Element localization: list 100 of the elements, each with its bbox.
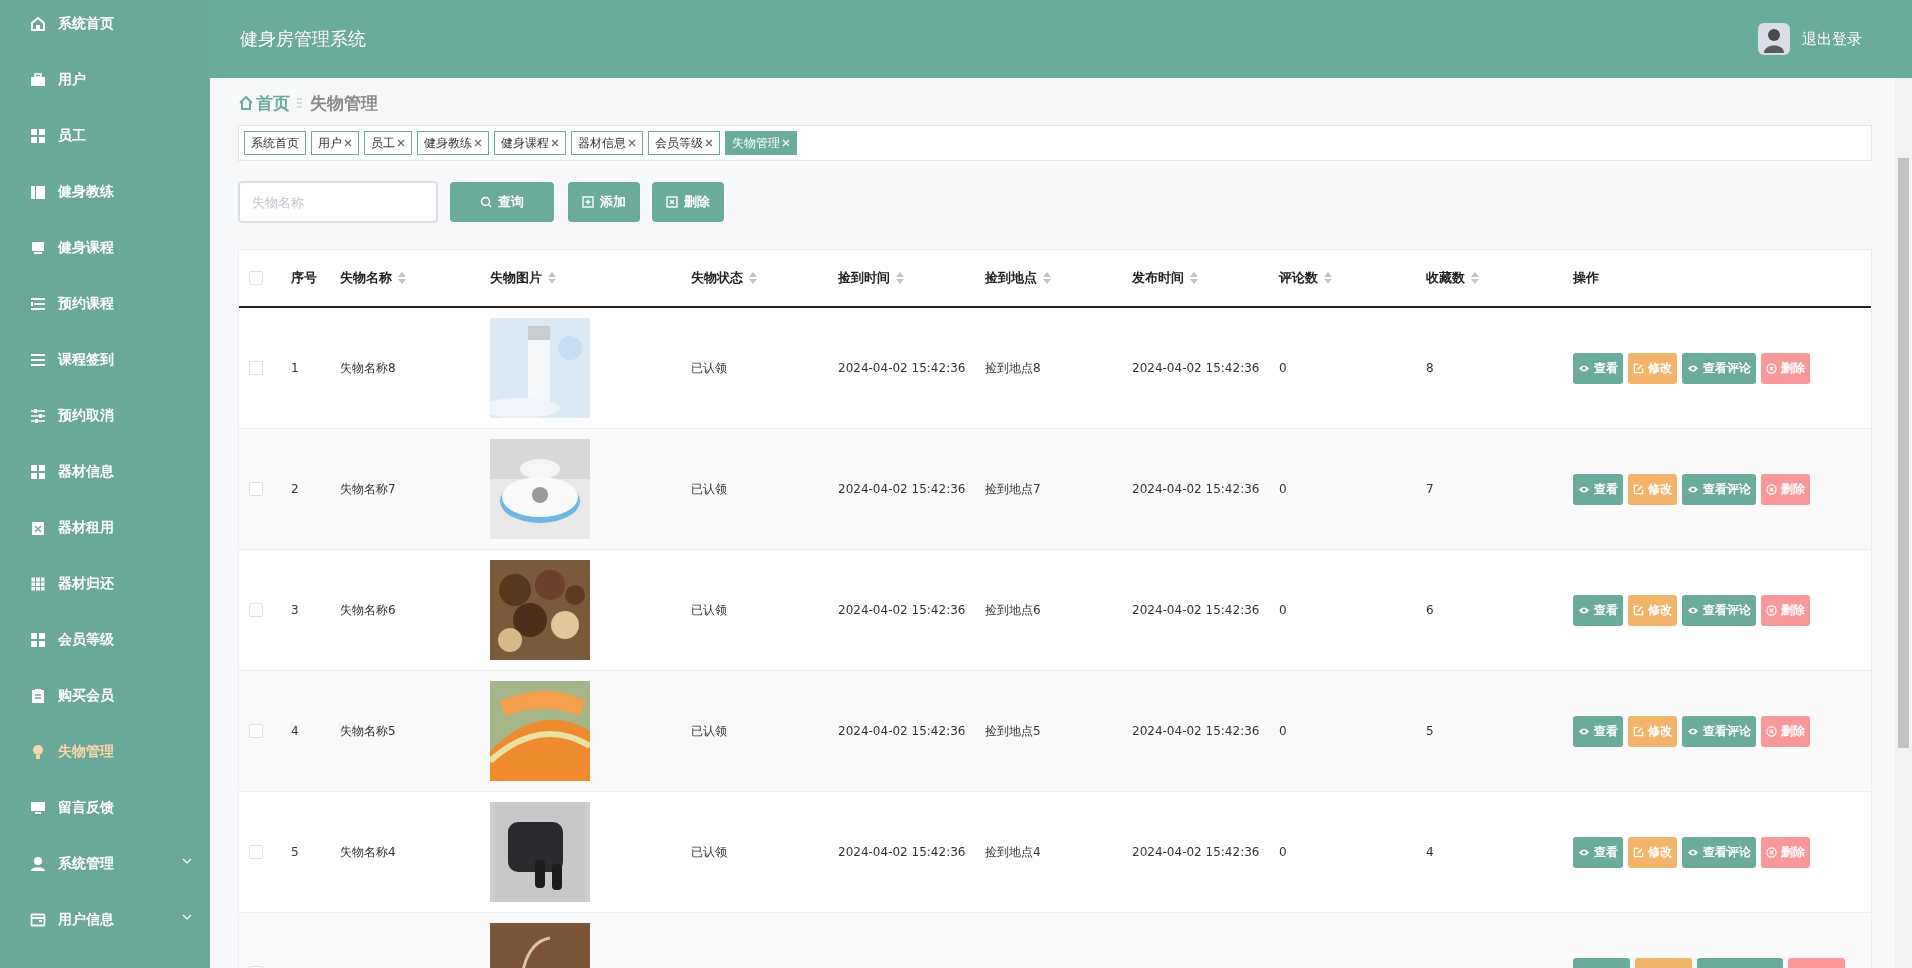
page-tab[interactable]: 健身教练 (417, 131, 489, 155)
checkbox[interactable] (249, 361, 263, 375)
sidebar-item[interactable]: 系统首页 (0, 0, 210, 52)
sort-icon[interactable] (1043, 272, 1051, 284)
sidebar-item[interactable]: 用户 (0, 52, 210, 108)
column-header[interactable]: 捡到地点 (985, 269, 1051, 287)
sort-icon[interactable] (896, 272, 904, 284)
page-tab[interactable]: 失物管理 (725, 131, 797, 155)
sort-icon[interactable] (1324, 272, 1332, 284)
page-tab[interactable]: 员工 (364, 131, 412, 155)
sidebar-item[interactable]: 购买会员 (0, 668, 210, 724)
view-button[interactable]: 查看 (1573, 836, 1623, 868)
table-cell: 已认领 (691, 480, 727, 498)
checkbox[interactable] (249, 845, 263, 859)
sidebar-item[interactable]: 器材租用 (0, 500, 210, 556)
page-tab[interactable]: 器材信息 (571, 131, 643, 155)
page-tab[interactable]: 健身课程 (494, 131, 566, 155)
sidebar-item[interactable]: 器材信息 (0, 444, 210, 500)
delete-button[interactable]: 删除 (1761, 473, 1810, 505)
column-header[interactable]: 操作 (1573, 269, 1599, 287)
delete-button[interactable]: 删除 (1761, 715, 1810, 747)
sidebar-item[interactable]: 用户信息 (0, 892, 210, 948)
close-icon[interactable] (628, 139, 636, 147)
close-icon[interactable] (397, 139, 405, 147)
view-button[interactable]: 查看 (1573, 352, 1623, 384)
add-button[interactable]: 添加 (568, 182, 640, 222)
delete-button[interactable]: 删除 (1761, 594, 1810, 626)
column-header[interactable]: 捡到时间 (838, 269, 904, 287)
comments-button[interactable]: 查看评论 (1682, 594, 1756, 626)
sidebar-item[interactable]: 健身课程 (0, 220, 210, 276)
eye-icon (1578, 847, 1590, 857)
sort-icon[interactable] (398, 272, 406, 284)
column-header[interactable]: 失物状态 (691, 269, 757, 287)
comments-button[interactable]: 查看评论 (1682, 473, 1756, 505)
view-button[interactable]: 查看 (1573, 594, 1623, 626)
search-icon (480, 196, 492, 208)
clipboard-icon (30, 520, 46, 536)
sidebar-item[interactable]: 预约课程 (0, 276, 210, 332)
page-tab[interactable]: 会员等级 (648, 131, 720, 155)
checkbox[interactable] (249, 603, 263, 617)
view-button[interactable]: 查看 (1573, 715, 1623, 747)
sidebar-item[interactable]: 员工 (0, 108, 210, 164)
close-icon[interactable] (344, 139, 352, 147)
close-icon[interactable] (551, 139, 559, 147)
table-cell: 7 (1426, 482, 1434, 496)
close-icon[interactable] (705, 139, 713, 147)
delete-button[interactable]: 删除 (652, 182, 724, 222)
edit-button[interactable]: 修改 (1628, 473, 1677, 505)
search-button[interactable]: 查询 (450, 182, 554, 222)
scrollbar[interactable] (1895, 78, 1912, 968)
column-header[interactable]: 评论数 (1279, 269, 1332, 287)
table-cell: 失物名称5 (340, 722, 396, 740)
column-header[interactable]: 收藏数 (1426, 269, 1479, 287)
delete-button[interactable]: 删除 (1761, 836, 1810, 868)
comments-button[interactable]: 查看评论 (1682, 836, 1756, 868)
edit-button[interactable]: 修改 (1628, 352, 1677, 384)
sidebar-item[interactable]: 健身教练 (0, 164, 210, 220)
column-header[interactable]: 失物图片 (490, 269, 556, 287)
grid-icon (30, 128, 46, 144)
sort-icon[interactable] (548, 272, 556, 284)
sort-icon[interactable] (1190, 272, 1198, 284)
breadcrumb-home[interactable]: 首页 (238, 91, 290, 115)
sort-icon[interactable] (1471, 272, 1479, 284)
view-button[interactable]: 查看 (1573, 473, 1623, 505)
checkbox[interactable] (249, 724, 263, 738)
table-cell: 0 (1279, 724, 1287, 738)
table-cell: 3 (291, 603, 299, 617)
page-tab[interactable]: 用户 (311, 131, 359, 155)
checkbox[interactable] (249, 271, 263, 285)
edit-button[interactable]: 修改 (1628, 836, 1677, 868)
search-field[interactable]: 失物名称 (238, 181, 438, 223)
sort-icon[interactable] (749, 272, 757, 284)
sidebar-item[interactable]: 预约取消 (0, 388, 210, 444)
table-cell: 5 (1426, 724, 1434, 738)
checkbox[interactable] (249, 482, 263, 496)
sidebar-item[interactable]: 系统管理 (0, 836, 210, 892)
comments-button[interactable]: 查看评论 (1682, 352, 1756, 384)
eye-icon (1687, 726, 1699, 736)
clipboard-icon (30, 688, 46, 704)
x-circle-icon (1766, 604, 1777, 616)
sidebar-item[interactable]: 课程签到 (0, 332, 210, 388)
avatar-icon[interactable] (1758, 23, 1790, 55)
close-icon[interactable] (474, 139, 482, 147)
table-cell: 2024-04-02 15:42:36 (838, 603, 966, 617)
column-header[interactable]: 序号 (291, 269, 317, 287)
column-header[interactable]: 失物名称 (340, 269, 406, 287)
edit-button[interactable]: 修改 (1628, 594, 1677, 626)
sidebar-item[interactable]: 失物管理 (0, 724, 210, 780)
table-cell: 0 (1279, 845, 1287, 859)
sidebar-item[interactable]: 留言反馈 (0, 780, 210, 836)
logout-link[interactable]: 退出登录 (1802, 29, 1862, 49)
edit-icon (1633, 604, 1644, 616)
column-header[interactable]: 发布时间 (1132, 269, 1198, 287)
edit-button[interactable]: 修改 (1628, 715, 1677, 747)
table-cell: 失物名称7 (340, 480, 396, 498)
comments-button[interactable]: 查看评论 (1682, 715, 1756, 747)
delete-button[interactable]: 删除 (1761, 352, 1810, 384)
sidebar-item[interactable]: 器材归还 (0, 556, 210, 612)
sidebar-item[interactable]: 会员等级 (0, 612, 210, 668)
page-tab[interactable]: 系统首页 (244, 131, 306, 155)
